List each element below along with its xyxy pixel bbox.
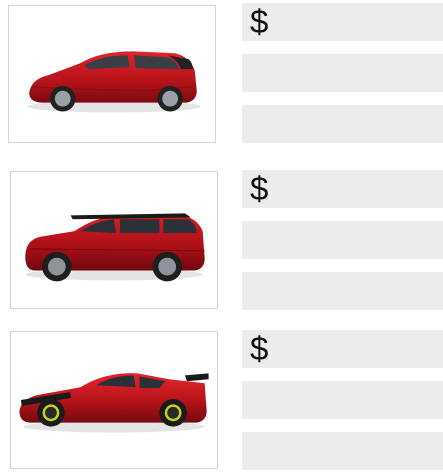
vehicle-price-form: $ $ $ bbox=[0, 0, 443, 473]
detail-field-1b[interactable] bbox=[242, 105, 443, 143]
vehicle-row-1: $ bbox=[0, 3, 443, 145]
price-input-2[interactable] bbox=[278, 170, 438, 208]
detail-input-2a[interactable] bbox=[250, 221, 438, 259]
detail-input-1b[interactable] bbox=[250, 105, 438, 143]
vehicle-fields-1: $ bbox=[242, 3, 443, 143]
sports-car-image bbox=[19, 373, 209, 433]
detail-field-3b[interactable] bbox=[242, 432, 443, 470]
detail-input-1a[interactable] bbox=[250, 54, 438, 92]
dollar-sign: $ bbox=[250, 330, 269, 367]
detail-field-2a[interactable] bbox=[242, 221, 443, 259]
price-field-2[interactable]: $ bbox=[242, 170, 443, 208]
hatchback-car-image bbox=[27, 51, 201, 113]
vehicle-thumbnail-3[interactable] bbox=[10, 331, 218, 469]
vehicle-fields-2: $ bbox=[242, 170, 443, 310]
suv-car-image bbox=[25, 213, 205, 282]
detail-field-1a[interactable] bbox=[242, 54, 443, 92]
price-input-1[interactable] bbox=[278, 3, 438, 41]
vehicle-thumbnail-2[interactable] bbox=[10, 171, 218, 309]
dollar-sign: $ bbox=[250, 170, 269, 207]
detail-input-3a[interactable] bbox=[250, 381, 438, 419]
vehicle-fields-3: $ bbox=[242, 330, 443, 470]
detail-input-2b[interactable] bbox=[250, 272, 438, 310]
dollar-sign: $ bbox=[250, 3, 269, 40]
detail-field-3a[interactable] bbox=[242, 381, 443, 419]
vehicle-row-3: $ bbox=[0, 330, 443, 472]
vehicle-thumbnail-1[interactable] bbox=[8, 5, 216, 143]
detail-field-2b[interactable] bbox=[242, 272, 443, 310]
detail-input-3b[interactable] bbox=[250, 432, 438, 470]
price-input-3[interactable] bbox=[278, 330, 438, 368]
price-field-3[interactable]: $ bbox=[242, 330, 443, 368]
price-field-1[interactable]: $ bbox=[242, 3, 443, 41]
vehicle-row-2: $ bbox=[0, 170, 443, 312]
